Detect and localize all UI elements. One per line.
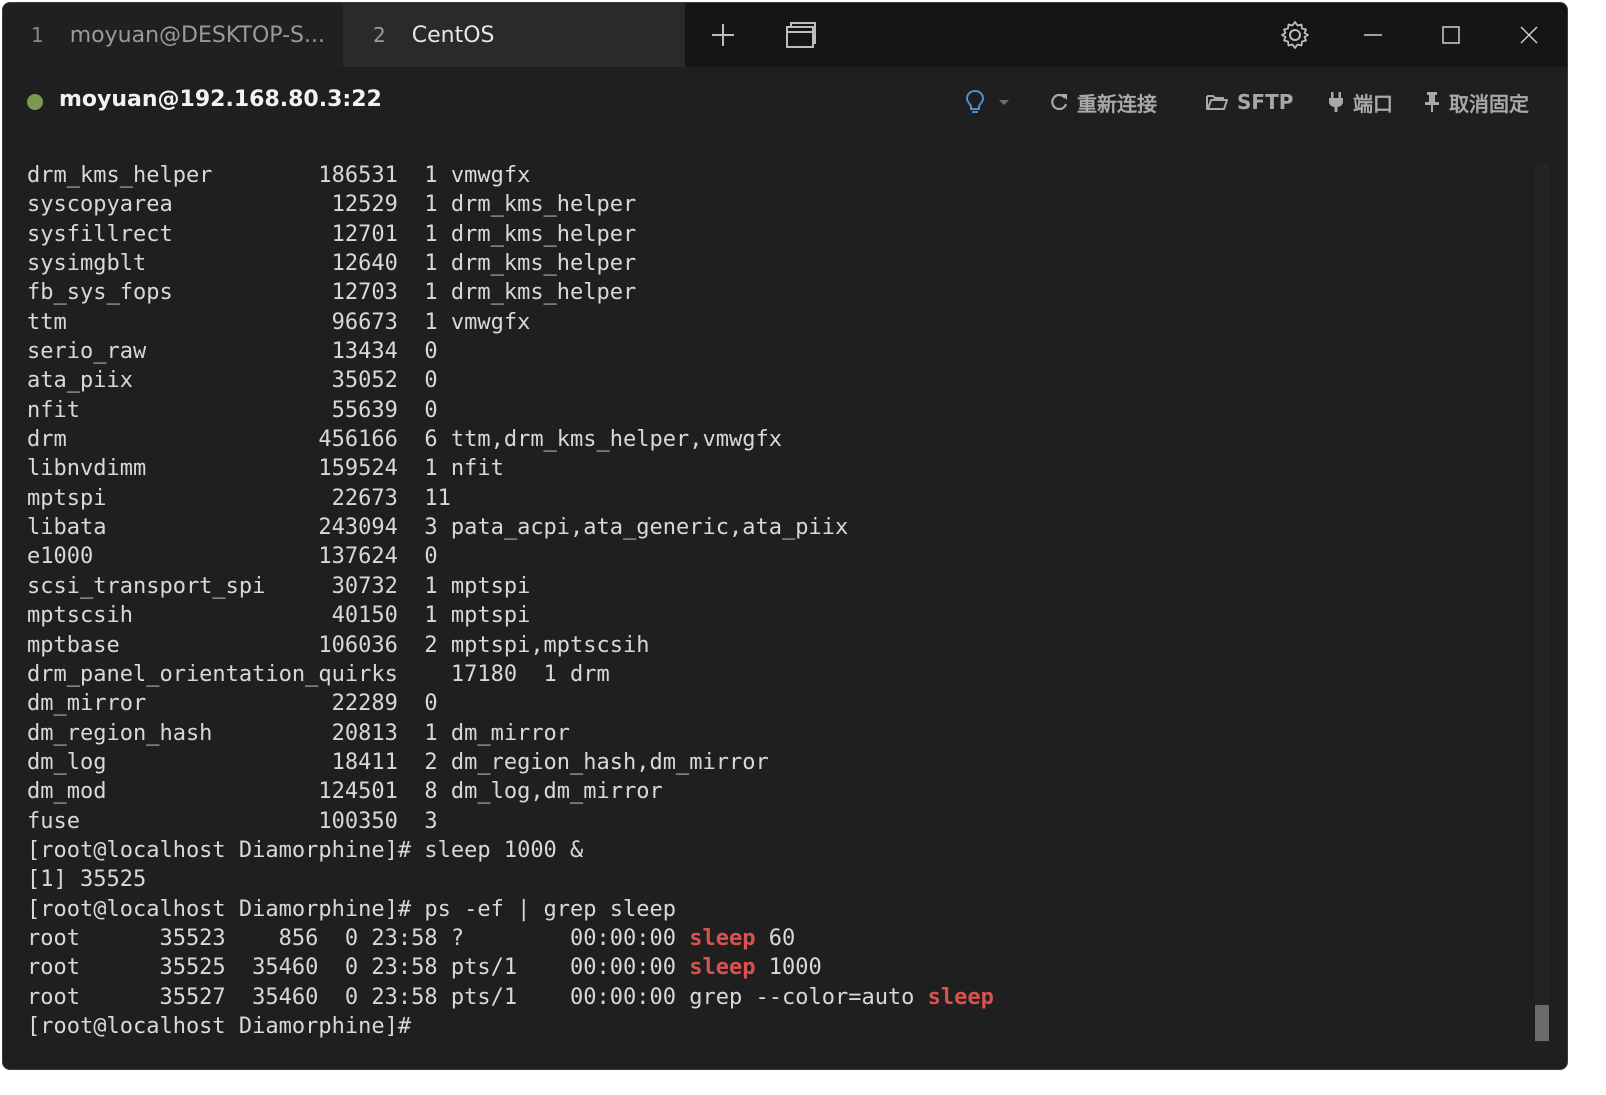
terminal-line: drm_kms_helper 186531 1 vmwgfx (27, 163, 531, 188)
tab-bar: 1 moyuan@DESKTOP-S... 2 CentOS (3, 3, 1567, 67)
terminal-line: dm_mod 124501 8 dm_log,dm_mirror (27, 779, 663, 805)
terminal-line: mptbase 106036 2 mptspi,mptscsih (27, 632, 650, 658)
terminal-line: mptscsih 40150 1 mptspi (27, 603, 531, 629)
new-tab-button[interactable] (705, 17, 741, 53)
close-button[interactable] (1511, 17, 1547, 53)
scrollbar-thumb[interactable] (1535, 1005, 1549, 1041)
terminal-line: mptspi 22673 11 (27, 485, 451, 511)
terminal-line: dm_log 18411 2 dm_region_hash,dm_mirror (27, 749, 769, 775)
terminal-line: libnvdimm 159524 1 nfit (27, 456, 504, 482)
shell-prompt: [root@localhost Diamorphine]# (27, 1013, 412, 1039)
pin-icon (1425, 92, 1439, 112)
terminal-line: drm 456166 6 ttm,drm_kms_helper,vmwgfx (27, 427, 782, 453)
ps-output-line: root 35525 35460 0 23:58 pts/1 00:00:00 … (27, 953, 1507, 982)
maximize-icon (1442, 26, 1460, 44)
tab-2[interactable]: 2 CentOS (343, 3, 685, 67)
maximize-button[interactable] (1433, 17, 1469, 53)
folder-open-icon (1206, 95, 1228, 110)
session-header: moyuan@192.168.80.3:22 重新连接 SFTP 端口 取消固定 (3, 67, 1567, 137)
tab-number: 1 (31, 23, 44, 47)
plus-icon (712, 24, 734, 46)
connection-status-indicator (27, 94, 43, 110)
ps-line-text: root 35523 856 0 23:58 ? 00:00:00 (27, 925, 690, 951)
terminal-output[interactable]: drm_kms_helper 186531 1 vmwgfx syscopyare… (27, 161, 1507, 1051)
terminal-line: nfit 55639 0 (27, 397, 438, 423)
grep-match-highlight: sleep (689, 955, 756, 981)
terminal-line: scsi_transport_spi 30732 1 mptspi (27, 573, 531, 599)
reconnect-label: 重新连接 (1077, 91, 1157, 116)
session-host-label: moyuan@192.168.80.3:22 (59, 87, 382, 112)
terminal-line: sysfillrect 12701 1 drm_kms_helper (27, 221, 637, 247)
terminal-line: dm_region_hash 20813 1 dm_mirror (27, 720, 571, 746)
tips-button[interactable] (965, 87, 1019, 117)
grep-match-highlight: sleep (927, 984, 994, 1010)
terminal-line: serio_raw 13434 0 (27, 339, 438, 365)
port-button[interactable]: 端口 (1327, 87, 1393, 117)
ps-line-text: root 35527 35460 0 23:58 pts/1 00:00:00 … (27, 984, 928, 1010)
sftp-label: SFTP (1237, 90, 1294, 114)
chevron-down-icon (999, 100, 1009, 105)
terminal-line: fuse 100350 3 (27, 808, 438, 834)
terminal-line: syscopyarea 12529 1 drm_kms_helper (27, 192, 637, 218)
terminal-line: dm_mirror 22289 0 (27, 691, 438, 717)
lightbulb-icon (965, 89, 985, 113)
window-layout-icon (786, 22, 816, 48)
terminal-line: libata 243094 3 pata_acpi,ata_generic,at… (27, 515, 849, 541)
gear-icon (1281, 21, 1309, 49)
tab-number: 2 (373, 23, 386, 47)
terminal-line: drm_panel_orientation_quirks 17180 1 drm (27, 661, 610, 687)
scrollbar-track[interactable] (1535, 163, 1549, 1043)
sftp-button[interactable]: SFTP (1205, 87, 1293, 117)
minimize-icon (1364, 34, 1382, 36)
tab-label: CentOS (411, 22, 495, 48)
terminal-line: [root@localhost Diamorphine]# sleep 1000… (27, 837, 584, 863)
refresh-icon (1051, 93, 1068, 111)
grep-match-highlight: sleep (689, 925, 756, 951)
terminal-window: 1 moyuan@DESKTOP-S... 2 CentOS moyuan@19… (2, 2, 1568, 1070)
terminal-line: [1] 35525 (27, 867, 147, 893)
ps-output-line: root 35527 35460 0 23:58 pts/1 00:00:00 … (27, 983, 1507, 1012)
ps-line-suffix: 60 (755, 925, 796, 951)
terminal-line: ata_piix 35052 0 (27, 368, 438, 394)
port-label: 端口 (1353, 91, 1393, 116)
terminal-line: sysimgblt 12640 1 drm_kms_helper (27, 251, 637, 277)
tab-1[interactable]: 1 moyuan@DESKTOP-S... (3, 3, 343, 67)
unpin-button[interactable]: 取消固定 (1423, 87, 1529, 117)
plug-icon (1329, 92, 1343, 112)
terminal-line: [root@localhost Diamorphine]# ps -ef | g… (27, 896, 677, 922)
terminal-line: e1000 137624 0 (27, 544, 438, 570)
ps-line-suffix: 1000 (755, 955, 822, 981)
close-icon (1520, 26, 1538, 44)
terminal-line: ttm 96673 1 vmwgfx (27, 309, 531, 335)
reconnect-button[interactable]: 重新连接 (1049, 87, 1157, 117)
window-layout-button[interactable] (783, 17, 819, 53)
minimize-button[interactable] (1355, 17, 1391, 53)
terminal-line: fb_sys_fops 12703 1 drm_kms_helper (27, 280, 637, 306)
ps-output-line: root 35523 856 0 23:58 ? 00:00:00 sleep … (27, 924, 1507, 953)
unpin-label: 取消固定 (1449, 91, 1529, 116)
ps-line-text: root 35525 35460 0 23:58 pts/1 00:00:00 (27, 955, 690, 981)
tab-label: moyuan@DESKTOP-S... (69, 22, 325, 48)
settings-button[interactable] (1277, 17, 1313, 53)
